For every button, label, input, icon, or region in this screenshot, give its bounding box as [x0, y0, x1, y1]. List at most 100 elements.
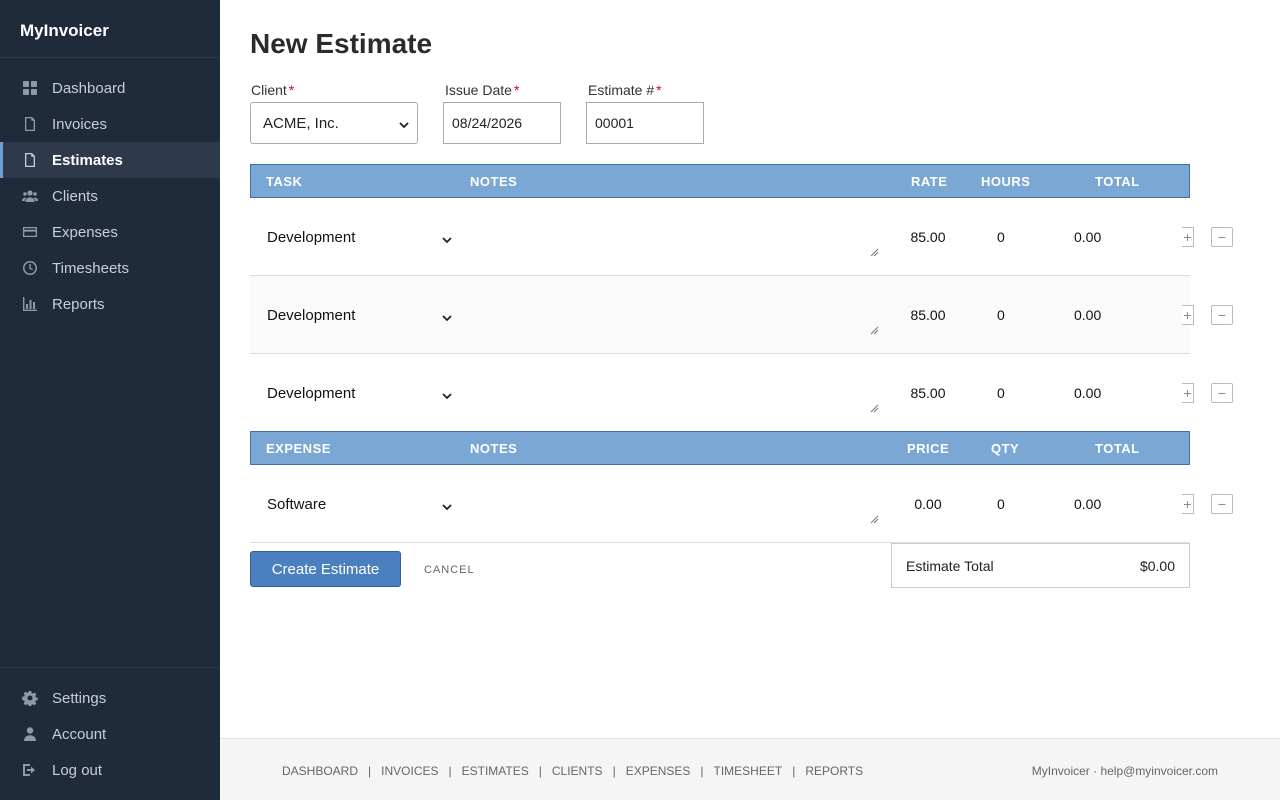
estimate-number-field[interactable]: 00001: [586, 102, 704, 144]
hours-field[interactable]: 0: [997, 307, 1005, 323]
column-header-rate: RATE: [911, 174, 948, 189]
issue-date-value: 08/24/2026: [452, 115, 523, 131]
column-header-expense: EXPENSE: [266, 441, 331, 456]
footer-link-timesheet[interactable]: TIMESHEET: [714, 764, 783, 778]
remove-row-button[interactable]: −: [1211, 494, 1233, 514]
rate-field[interactable]: 85.00: [910, 385, 946, 401]
remove-row-button[interactable]: −: [1211, 383, 1233, 403]
create-estimate-button[interactable]: Create Estimate: [250, 551, 401, 587]
client-select-value: ACME, Inc.: [263, 114, 339, 132]
secondary-nav: Settings Account Log out: [0, 667, 220, 788]
app-logo[interactable]: MyInvoicer: [0, 0, 220, 58]
column-header-total: TOTAL: [1095, 174, 1140, 189]
price-field[interactable]: 0.00: [910, 496, 946, 512]
footer-link-reports[interactable]: REPORTS: [805, 764, 863, 778]
footer-separator: |: [368, 764, 372, 778]
required-marker: *: [513, 82, 520, 98]
task-select[interactable]: Development: [267, 229, 355, 246]
chevron-down-icon: [399, 117, 409, 134]
clock-icon: [20, 260, 40, 276]
footer-contact[interactable]: MyInvoicer · help@myinvoicer.com: [1032, 764, 1218, 778]
main-nav: Dashboard Invoices Estimates Clients Exp…: [0, 58, 220, 322]
sidebar-item-label: Reports: [52, 295, 105, 313]
chevron-down-icon: [442, 388, 452, 406]
footer-separator: |: [448, 764, 452, 778]
add-row-button[interactable]: +: [1182, 305, 1194, 325]
footer-links: DASHBOARD | INVOICES | ESTIMATES | CLIEN…: [282, 764, 863, 778]
footer-link-clients[interactable]: CLIENTS: [552, 764, 603, 778]
chevron-down-icon: [442, 310, 452, 328]
qty-field[interactable]: 0: [997, 496, 1005, 512]
resize-handle-icon[interactable]: [870, 511, 879, 529]
add-row-button[interactable]: +: [1182, 383, 1194, 403]
remove-row-button[interactable]: −: [1211, 305, 1233, 325]
resize-handle-icon[interactable]: [870, 322, 879, 340]
sidebar-item-clients[interactable]: Clients: [0, 178, 220, 214]
sidebar-item-label: Dashboard: [52, 79, 126, 97]
cancel-button[interactable]: CANCEL: [424, 564, 475, 576]
sidebar-item-settings[interactable]: Settings: [0, 680, 220, 716]
estimate-total-box: Estimate Total $0.00: [891, 543, 1190, 588]
logout-icon: [20, 762, 40, 778]
footer-link-estimates[interactable]: ESTIMATES: [462, 764, 529, 778]
footer: DASHBOARD | INVOICES | ESTIMATES | CLIEN…: [220, 738, 1280, 800]
hours-field[interactable]: 0: [997, 385, 1005, 401]
footer-separator: |: [792, 764, 796, 778]
row-total: 0.00: [1074, 307, 1102, 323]
estimate-number-value: 00001: [595, 115, 634, 131]
column-header-price: PRICE: [907, 441, 950, 456]
client-select[interactable]: ACME, Inc.: [250, 102, 418, 144]
add-row-button[interactable]: +: [1182, 227, 1194, 247]
footer-separator: |: [612, 764, 616, 778]
footer-link-expenses[interactable]: EXPENSES: [626, 764, 691, 778]
task-row: Development 85.00 0 0.00 + −: [250, 276, 1233, 354]
sidebar-item-invoices[interactable]: Invoices: [0, 106, 220, 142]
task-select[interactable]: Development: [267, 307, 355, 324]
page-title: New Estimate: [250, 28, 433, 59]
column-header-hours: HOURS: [981, 174, 1031, 189]
sidebar-item-timesheets[interactable]: Timesheets: [0, 250, 220, 286]
sidebar-item-logout[interactable]: Log out: [0, 752, 220, 788]
sidebar-item-label: Timesheets: [52, 259, 129, 277]
resize-handle-icon[interactable]: [870, 400, 879, 418]
required-marker: *: [288, 82, 295, 98]
column-header-qty: QTY: [991, 441, 1020, 456]
add-row-button[interactable]: +: [1182, 494, 1194, 514]
column-header-task: TASK: [266, 174, 303, 189]
sidebar-item-estimates[interactable]: Estimates: [0, 142, 220, 178]
expense-select[interactable]: Software: [267, 496, 326, 513]
hours-field[interactable]: 0: [997, 229, 1005, 245]
expense-table-header: EXPENSE NOTES PRICE QTY TOTAL: [250, 431, 1190, 465]
bar-chart-icon: [20, 296, 40, 312]
users-icon: [20, 188, 40, 204]
rate-field[interactable]: 85.00: [910, 229, 946, 245]
sidebar-item-reports[interactable]: Reports: [0, 286, 220, 322]
client-label: Client *: [251, 82, 294, 98]
task-table-header: TASK NOTES RATE HOURS TOTAL: [250, 164, 1190, 198]
footer-link-invoices[interactable]: INVOICES: [381, 764, 438, 778]
dashboard-icon: [20, 80, 40, 96]
gear-icon: [20, 690, 40, 706]
row-total: 0.00: [1074, 229, 1102, 245]
issue-date-field[interactable]: 08/24/2026: [443, 102, 561, 144]
sidebar: MyInvoicer Dashboard Invoices Estimates …: [0, 0, 220, 800]
expense-row: Software 0.00 0 0.00 + −: [250, 465, 1233, 543]
sidebar-item-dashboard[interactable]: Dashboard: [0, 70, 220, 106]
credit-card-icon: [20, 224, 40, 240]
sidebar-item-account[interactable]: Account: [0, 716, 220, 752]
sidebar-item-expenses[interactable]: Expenses: [0, 214, 220, 250]
column-header-total: TOTAL: [1095, 441, 1140, 456]
footer-link-dashboard[interactable]: DASHBOARD: [282, 764, 358, 778]
task-select[interactable]: Development: [267, 385, 355, 402]
sidebar-item-label: Log out: [52, 761, 103, 779]
remove-row-button[interactable]: −: [1211, 227, 1233, 247]
resize-handle-icon[interactable]: [870, 244, 879, 262]
sidebar-item-label: Clients: [52, 187, 98, 205]
document-icon: [20, 152, 40, 168]
footer-separator: |: [538, 764, 542, 778]
rate-field[interactable]: 85.00: [910, 307, 946, 323]
estimate-number-label-text: Estimate #: [588, 82, 655, 98]
column-header-notes: NOTES: [470, 174, 518, 189]
column-header-notes: NOTES: [470, 441, 518, 456]
footer-separator: |: [700, 764, 704, 778]
